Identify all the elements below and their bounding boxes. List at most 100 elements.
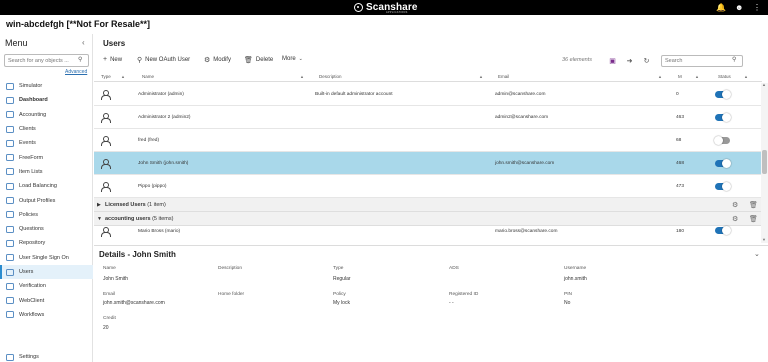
group-row-accounting-users[interactable]: ▼ accounting users (5 items) ⚙ 🗑 <box>94 212 762 226</box>
group-count: (1 item) <box>147 202 166 208</box>
column-m[interactable]: M <box>678 74 682 79</box>
trash-icon[interactable]: 🗑 <box>749 215 758 223</box>
column-name[interactable]: Name <box>142 74 154 79</box>
sidebar-item-item-lists[interactable]: Item Lists <box>0 165 93 179</box>
sort-up-icon[interactable]: ▲ <box>300 74 304 79</box>
sidebar-item-policies[interactable]: Policies <box>0 208 93 222</box>
more-vertical-icon[interactable]: ⋮ <box>753 3 761 12</box>
plus-icon: + <box>103 56 108 63</box>
sidebar-item-events[interactable]: Events <box>0 136 93 150</box>
search-user-icon: ⚲ <box>137 57 143 64</box>
column-status[interactable]: Status <box>718 74 731 79</box>
sidebar-item-label: Item Lists <box>19 168 43 175</box>
sidebar-item-user-single-sign-on[interactable]: User Single Sign On <box>0 251 93 265</box>
sidebar-item-label: Policies <box>19 211 38 218</box>
more-button[interactable]: More ⌄ <box>282 56 303 62</box>
scroll-up-icon[interactable]: ▲ <box>762 82 766 87</box>
sidebar-item-label: Output Profiles <box>19 197 56 204</box>
search-icon[interactable]: ⚲ <box>78 56 82 63</box>
shield-icon <box>6 211 14 219</box>
sidebar-item-label: Accounting <box>19 111 47 118</box>
status-toggle[interactable] <box>715 182 731 191</box>
gear-icon <box>6 353 14 361</box>
search-input[interactable] <box>661 55 743 67</box>
column-description[interactable]: Description <box>319 74 342 79</box>
group-row-licensed-users[interactable]: ▶ Licensed Users (1 item) ⚙ 🗑 <box>94 198 762 212</box>
details-title: Details - John Smith <box>99 250 176 259</box>
status-toggle[interactable] <box>715 159 731 168</box>
search-icon[interactable]: ⚲ <box>732 56 736 63</box>
sidebar-item-label: Users <box>19 269 34 275</box>
sort-up-icon[interactable]: ▲ <box>479 74 483 79</box>
gear-icon[interactable]: ⚙ <box>732 201 738 209</box>
sidebar-search-input[interactable] <box>4 54 89 67</box>
sidebar-item-output-profiles[interactable]: Output Profiles <box>0 193 93 207</box>
table-row[interactable]: fred (fred) 68 <box>94 129 762 152</box>
sidebar-item-users[interactable]: Users <box>0 264 93 280</box>
menu-title: Menu <box>5 38 28 48</box>
sidebar-item-verification[interactable]: Verification <box>0 279 93 293</box>
sidebar-item-webclient[interactable]: WebClient <box>0 293 93 307</box>
trash-icon: 🗑 <box>244 57 253 64</box>
user-name: Mario Bross (mario) <box>138 229 181 234</box>
accounting-icon <box>6 111 14 119</box>
user-m: 473 <box>676 184 685 189</box>
table-scrollbar[interactable] <box>761 83 768 243</box>
user-name: John Smith (john.smith) <box>138 161 189 166</box>
trash-icon[interactable]: 🗑 <box>749 201 758 209</box>
table-row-selected[interactable]: John Smith (john.smith) john.smith@scans… <box>94 152 762 175</box>
status-toggle[interactable] <box>714 136 730 145</box>
user-account-icon[interactable]: ☻ <box>735 3 743 12</box>
sidebar-item-repository[interactable]: Repository <box>0 236 93 250</box>
collapse-menu-icon[interactable]: ‹ <box>82 38 85 47</box>
status-toggle[interactable] <box>715 90 731 99</box>
sidebar-item-load-balancing[interactable]: Load Balancing <box>0 179 93 193</box>
table-row[interactable]: Administrator 2 (admin2) admin2@scanshar… <box>94 106 762 129</box>
new-button[interactable]: + New <box>103 56 122 63</box>
sort-up-icon[interactable]: ▲ <box>744 74 748 79</box>
user-m: 68 <box>676 138 682 143</box>
table-row[interactable]: Mario Bross (mario) mario.bross@scanshar… <box>94 226 762 237</box>
sidebar-item-label: Dashboard <box>19 97 48 104</box>
gear-icon[interactable]: ⚙ <box>732 215 738 223</box>
scroll-down-icon[interactable]: ▼ <box>762 237 766 242</box>
dashboard-icon <box>6 96 14 104</box>
scrollbar-thumb[interactable] <box>762 150 767 174</box>
sort-up-icon[interactable]: ▲ <box>121 74 125 79</box>
status-toggle[interactable] <box>715 226 731 235</box>
sidebar-item-simulator[interactable]: Simulator <box>0 79 93 93</box>
sidebar-item-clients[interactable]: Clients <box>0 122 93 136</box>
column-email[interactable]: Email <box>498 74 509 79</box>
chevron-down-icon[interactable]: ⌄ <box>754 250 760 258</box>
user-name: Administrator (admin) <box>138 92 184 97</box>
pin-label: PIN <box>564 292 572 297</box>
user-name: Pippo (pippo) <box>138 184 167 189</box>
table-row[interactable]: Pippo (pippo) 473 <box>94 175 762 198</box>
sort-up-icon[interactable]: ▲ <box>695 74 699 79</box>
delete-button[interactable]: 🗑 Delete <box>244 56 273 64</box>
sidebar-item-questions[interactable]: Questions <box>0 222 93 236</box>
table-row[interactable]: Administrator (admin) Built-in default a… <box>94 83 762 106</box>
sidebar-item-dashboard[interactable]: Dashboard <box>0 93 93 107</box>
chevron-down-icon[interactable]: ▼ <box>97 216 102 222</box>
import-icon[interactable]: ➜ <box>625 56 634 65</box>
sidebar-item-accounting[interactable]: Accounting <box>0 108 93 122</box>
status-toggle[interactable] <box>715 113 731 122</box>
sort-up-icon[interactable]: ▲ <box>658 74 662 79</box>
advanced-search-link[interactable]: Advanced <box>65 69 87 75</box>
sidebar-item-workflows[interactable]: Workflows <box>0 308 93 322</box>
export-icon[interactable]: ▣ <box>608 56 617 65</box>
refresh-icon[interactable]: ↻ <box>642 56 651 65</box>
sidebar-item-freeform[interactable]: FreeForm <box>0 150 93 164</box>
new-oauth-user-button[interactable]: ⚲ New OAuth User <box>137 56 190 64</box>
chevron-right-icon[interactable]: ▶ <box>97 202 101 208</box>
registered-id-label: Registered ID <box>449 292 479 297</box>
brand-subtitle: APPLICATIONS <box>386 11 408 14</box>
sidebar-item-settings[interactable]: Settings <box>0 350 93 362</box>
modify-button[interactable]: ⚙ Modify <box>204 56 231 64</box>
column-type[interactable]: Type <box>101 74 111 79</box>
bell-icon[interactable]: 🔔 <box>716 3 726 12</box>
group-label: Licensed Users (1 item) <box>105 202 166 208</box>
pin-value: No <box>564 300 571 306</box>
delete-label: Delete <box>255 57 274 63</box>
